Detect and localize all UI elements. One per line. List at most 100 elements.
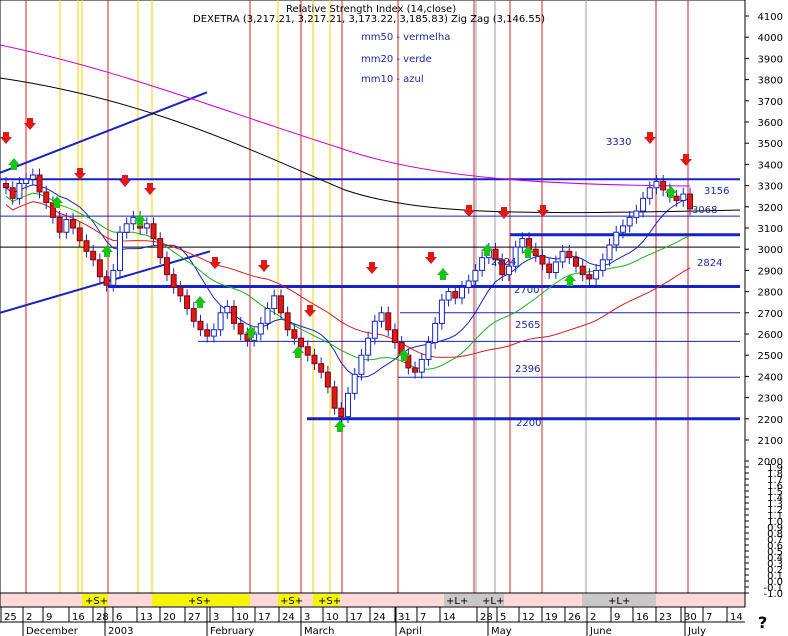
y-tick-label: 3400 xyxy=(758,160,783,171)
candle-body xyxy=(338,407,345,418)
candle-body xyxy=(599,259,606,271)
candle-body xyxy=(653,180,660,189)
candle-body xyxy=(16,182,23,199)
y-tick-label: 2800 xyxy=(758,288,783,299)
signal-marker: +S+ xyxy=(85,596,108,607)
level-label: 2565 xyxy=(515,320,540,331)
candle-body xyxy=(63,219,70,233)
month-label: July xyxy=(687,626,706,636)
candle-body xyxy=(579,265,586,276)
candle-body xyxy=(566,250,573,259)
candle-body xyxy=(217,312,224,331)
signal-marker: +S+ xyxy=(188,596,211,607)
candle-body xyxy=(76,227,83,242)
level-label: 3068 xyxy=(692,205,717,216)
candle-body xyxy=(646,187,653,199)
candle-body xyxy=(70,219,77,229)
month-label: February xyxy=(210,626,254,636)
help-glyph[interactable]: ? xyxy=(758,613,767,632)
x-tick-label: 7 xyxy=(420,612,426,623)
x-tick-label: 13 xyxy=(140,612,153,623)
candle-body xyxy=(96,259,103,278)
month-label: 2003 xyxy=(108,626,133,636)
signal-marker: +S+ xyxy=(280,596,303,607)
y-tick-label: 3600 xyxy=(758,118,783,129)
candle-body xyxy=(190,308,197,322)
candle-body xyxy=(56,216,63,233)
y-tick-label: 2100 xyxy=(758,436,783,447)
y-tick-label: 4100 xyxy=(758,12,783,23)
candle-body xyxy=(231,305,237,324)
candle-body xyxy=(23,178,30,184)
x-tick-label: 9 xyxy=(614,612,620,623)
candle-body xyxy=(291,329,298,339)
candle-body xyxy=(36,174,43,193)
y-tick-label: 3000 xyxy=(758,245,783,256)
candle-body xyxy=(150,223,157,240)
candle-body xyxy=(660,180,667,191)
candle-body xyxy=(532,248,539,257)
x-tick-label: 30 xyxy=(684,612,697,623)
candle-body xyxy=(123,223,130,233)
x-tick-label: 26 xyxy=(568,612,581,623)
x-tick-label: 25 xyxy=(4,612,17,623)
candle-body xyxy=(539,255,546,265)
legend-mm10: mm10 - azul xyxy=(361,74,424,85)
x-tick-label: 17 xyxy=(350,612,363,623)
candle-body xyxy=(224,305,231,314)
candle-body xyxy=(680,193,687,201)
candle-body xyxy=(9,187,16,199)
y-tick-label: 3100 xyxy=(758,224,783,235)
level-label: 2200 xyxy=(516,418,541,429)
candle-body xyxy=(237,322,244,335)
x-tick-label: 23 xyxy=(659,612,672,623)
candle-body xyxy=(573,257,579,267)
candle-body xyxy=(163,257,170,276)
y-tick-label: -1.0 xyxy=(763,589,783,600)
candle-body xyxy=(465,280,472,288)
candle-body xyxy=(378,312,385,322)
candle-body xyxy=(586,274,593,280)
candle-body xyxy=(90,250,97,261)
candle-body xyxy=(143,223,150,229)
x-tick-label: 28 xyxy=(480,612,493,623)
x-tick-label: 17 xyxy=(258,612,271,623)
candle-body xyxy=(391,329,398,343)
candle-body xyxy=(472,269,479,282)
candle-body xyxy=(619,225,626,233)
candle-body xyxy=(459,286,465,299)
candle-body xyxy=(284,312,291,331)
month-label: April xyxy=(399,626,422,636)
candle-body xyxy=(257,322,264,335)
month-label: March xyxy=(304,626,334,636)
y-tick-label: 2300 xyxy=(758,394,783,405)
candle-body xyxy=(3,182,9,189)
level-label: 2396 xyxy=(515,364,540,375)
x-tick-label: 3 xyxy=(213,612,219,623)
candle-body xyxy=(626,216,633,227)
candle-body xyxy=(452,291,459,299)
y-tick-label: 4000 xyxy=(758,33,783,44)
x-tick-label: 5 xyxy=(500,612,506,623)
candle-body xyxy=(479,257,486,271)
y-tick-label: 2400 xyxy=(758,372,783,383)
candle-body xyxy=(418,358,425,373)
candle-body xyxy=(324,371,331,388)
x-tick-label: 14 xyxy=(730,612,743,623)
x-tick-label: 31 xyxy=(398,612,411,623)
candle-body xyxy=(640,197,647,212)
candle-body xyxy=(425,341,432,360)
chart-title: DEXETRA (3,217.21, 3,217.21, 3,173.22, 3… xyxy=(193,14,545,25)
candle-body xyxy=(304,346,311,356)
stock-chart: 3330315630682824 28242700256523962200 410… xyxy=(0,0,783,636)
candle-body xyxy=(204,329,211,337)
month-label: December xyxy=(26,626,79,636)
x-tick-label: 12 xyxy=(522,612,535,623)
signal-marker: +L+ xyxy=(482,596,504,607)
y-tick-label: 3900 xyxy=(758,54,783,65)
candle-body xyxy=(633,210,640,218)
candle-body xyxy=(331,386,338,409)
level-label: 2700 xyxy=(514,285,539,296)
y-tick-label: 3700 xyxy=(758,97,783,108)
x-tick-label: 2 xyxy=(26,612,32,623)
